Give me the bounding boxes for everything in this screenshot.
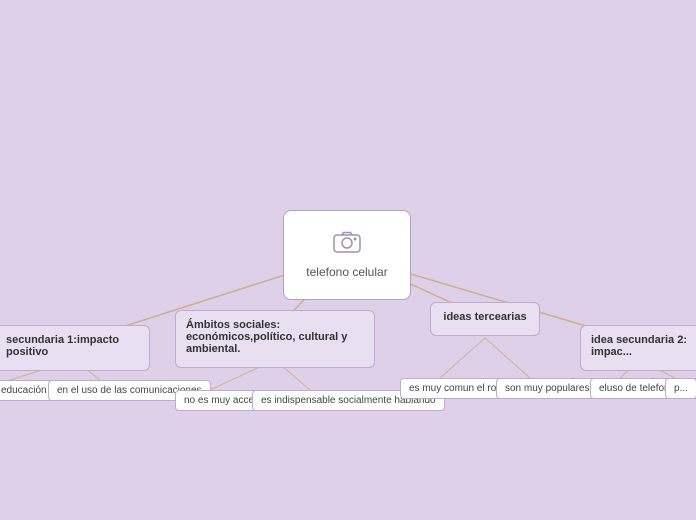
branch-ambitos[interactable]: Ámbitos sociales: económicos,político, c…: [175, 310, 375, 368]
mind-map: telefono celular secundaria 1:impacto po…: [0, 0, 696, 520]
branch-ideas[interactable]: ideas tercearias: [430, 302, 540, 336]
camera-icon: [333, 231, 361, 259]
branch-ideas-title: ideas tercearias: [441, 311, 529, 323]
branch-sec2-title: idea secundaria 2: impac...: [591, 334, 696, 358]
branch-ambitos-title: Ámbitos sociales: económicos,político, c…: [186, 319, 364, 355]
center-node-label: telefono celular: [306, 265, 387, 279]
leaf-populares[interactable]: son muy populares: [496, 378, 599, 399]
leaf-p[interactable]: p...: [665, 378, 696, 399]
branch-sec1[interactable]: secundaria 1:impacto positivo: [0, 325, 150, 371]
branch-sec1-title: secundaria 1:impacto positivo: [6, 334, 139, 358]
branch-sec2[interactable]: idea secundaria 2: impac...: [580, 325, 696, 371]
center-node[interactable]: telefono celular: [283, 210, 411, 300]
